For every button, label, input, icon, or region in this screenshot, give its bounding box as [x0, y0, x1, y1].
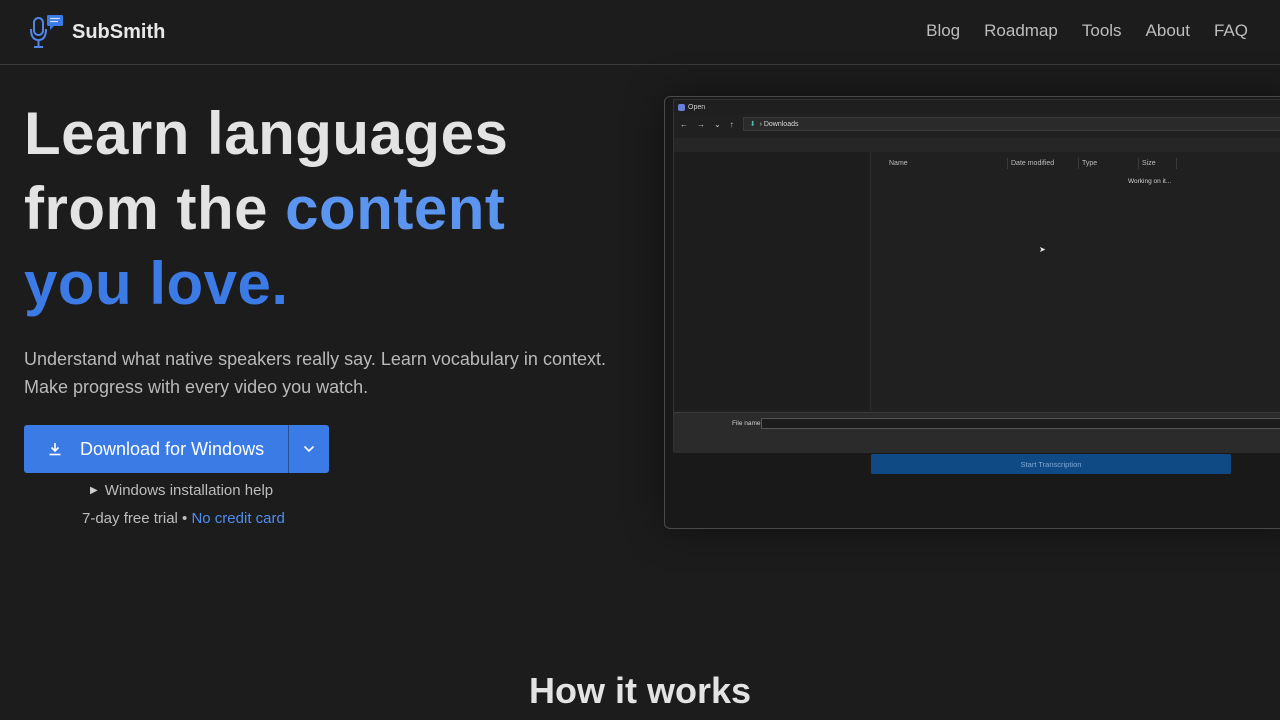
downloads-folder-icon: ⬇	[749, 121, 756, 128]
chevron-down-icon	[303, 445, 315, 453]
disclosure-triangle-icon: ▶	[90, 485, 98, 496]
dialog-nav-bar: ← → ⌄ ↑ ⬇ › Downloads	[674, 114, 1280, 134]
hero-subtitle-line1: Understand what native speakers really s…	[24, 349, 606, 369]
back-arrow-icon: ←	[680, 119, 688, 129]
address-path: Downloads	[763, 120, 799, 128]
nav-roadmap[interactable]: Roadmap	[984, 21, 1058, 41]
installation-help-label: Windows installation help	[104, 482, 274, 499]
nav-blog[interactable]: Blog	[926, 21, 960, 41]
microphone-chat-icon	[30, 15, 63, 48]
installation-help-toggle[interactable]: ▶ Windows installation help	[90, 482, 273, 499]
how-it-works-heading: How it works	[528, 670, 752, 711]
site-header: SubSmith Blog Roadmap Tools About FAQ	[0, 0, 1280, 65]
hero-title: Learn languages from the content you lov…	[24, 96, 644, 321]
dialog-title: Open	[688, 103, 706, 111]
file-list-header: Name Date modified Type Size	[886, 158, 1177, 169]
nav-about[interactable]: About	[1146, 21, 1190, 41]
nav-faq[interactable]: FAQ	[1214, 21, 1248, 41]
dialog-titlebar: Open	[674, 100, 1280, 114]
loading-status: Working on it...	[1128, 178, 1172, 185]
app-screenshot: Open ← → ⌄ ↑ ⬇ › Downloads Name Date mod…	[664, 96, 1280, 529]
column-size: Size	[1139, 158, 1177, 169]
download-icon	[49, 443, 61, 456]
brand-name: SubSmith	[72, 20, 166, 43]
mouse-cursor-icon: ➤	[1039, 245, 1046, 254]
hero-title-line3: you love.	[24, 250, 289, 317]
hero-subtitle-line2: Make progress with every video you watch…	[24, 377, 369, 397]
app-icon	[678, 103, 685, 111]
trial-note: 7-day free trial • No credit card	[82, 510, 285, 527]
file-name-label: File name:	[732, 420, 763, 427]
dialog-toolbar	[674, 138, 1280, 152]
trial-text: 7-day free trial •	[82, 510, 192, 527]
no-credit-card-link[interactable]: No credit card	[191, 510, 284, 527]
column-date-modified: Date modified	[1008, 158, 1079, 169]
forward-arrow-icon: →	[697, 119, 705, 129]
nav-tools[interactable]: Tools	[1082, 21, 1122, 41]
up-arrow-icon: ↑	[729, 119, 734, 129]
address-bar: ⬇ › Downloads	[742, 117, 1280, 131]
file-name-input	[761, 418, 1280, 429]
hero-subtitle: Understand what native speakers really s…	[24, 345, 644, 401]
download-button-label: Download for Windows	[80, 438, 265, 459]
recent-chevron-icon: ⌄	[714, 119, 721, 129]
main-nav: Blog Roadmap Tools About FAQ	[926, 21, 1248, 41]
start-transcription-button: Start Transcription	[871, 454, 1231, 474]
hero-title-accent: content	[285, 175, 506, 242]
column-name: Name	[886, 158, 1008, 169]
navigation-pane	[674, 152, 871, 410]
open-file-dialog: Open ← → ⌄ ↑ ⬇ › Downloads Name Date mod…	[673, 99, 1280, 453]
logo[interactable]: SubSmith	[30, 14, 165, 50]
dialog-footer: File name:	[674, 412, 1280, 453]
column-type: Type	[1079, 158, 1139, 169]
download-button-group: Download for Windows	[24, 425, 329, 473]
download-options-button[interactable]	[289, 425, 329, 473]
hero-title-line2a: from the	[24, 175, 286, 242]
download-button[interactable]: Download for Windows	[24, 425, 288, 473]
hero-title-line1: Learn languages	[24, 100, 509, 167]
